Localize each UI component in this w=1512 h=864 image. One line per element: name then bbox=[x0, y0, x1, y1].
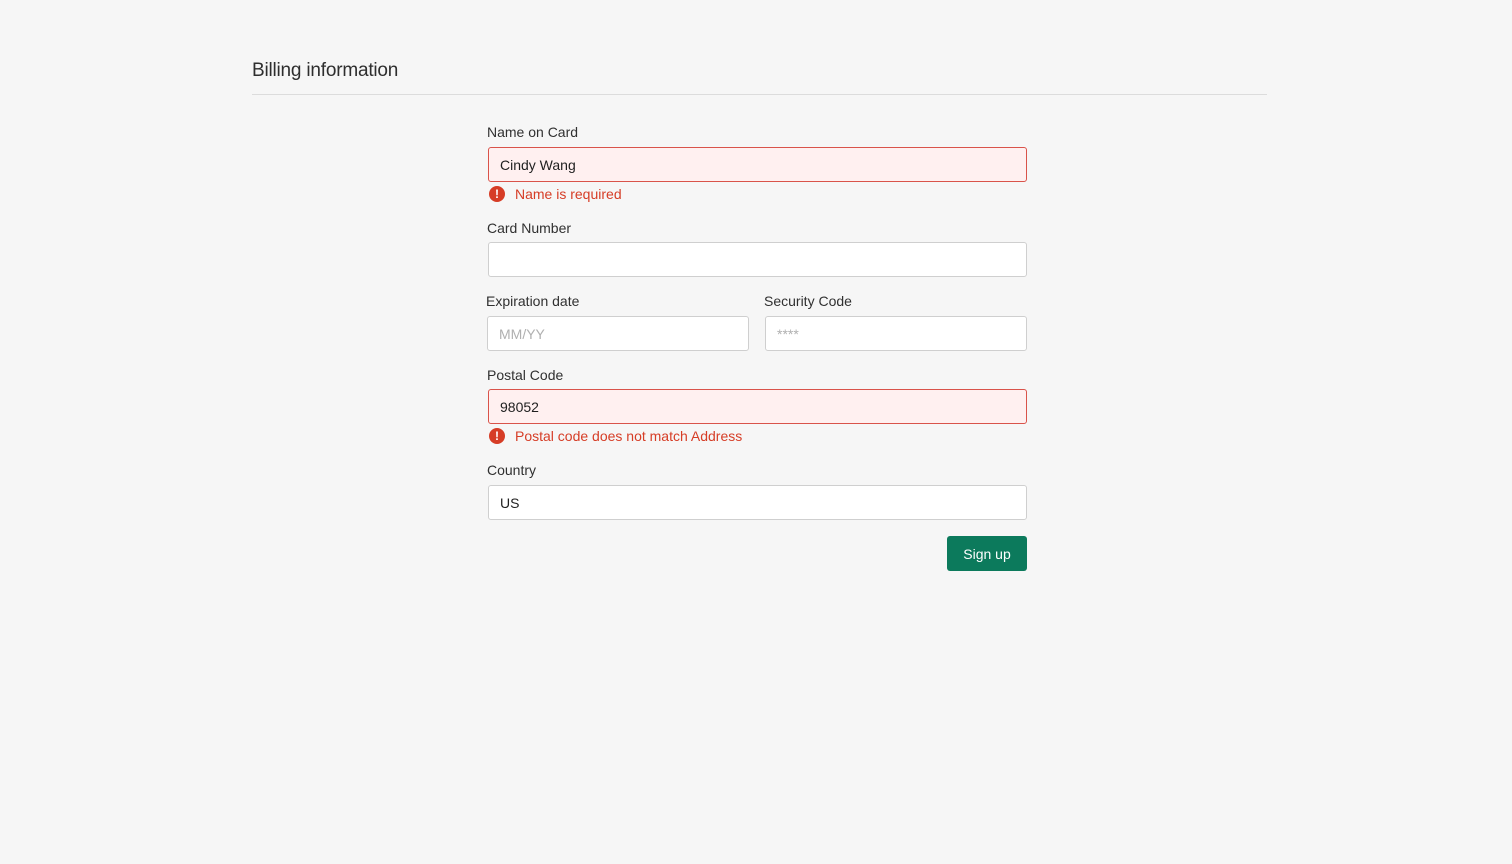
page-title: Billing information bbox=[252, 60, 399, 81]
country-input[interactable] bbox=[488, 485, 1027, 520]
country-label: Country bbox=[487, 462, 537, 478]
postal-code-error-message: ! Postal code does not match Address bbox=[488, 428, 742, 444]
postal-code-label: Postal Code bbox=[487, 367, 564, 383]
security-code-label: Security Code bbox=[764, 293, 852, 309]
name-on-card-input[interactable] bbox=[488, 147, 1027, 182]
security-code-input[interactable] bbox=[765, 316, 1027, 351]
expiration-date-label: Expiration date bbox=[486, 293, 580, 309]
name-error-message: ! Name is required bbox=[488, 186, 622, 202]
billing-page: Billing information Name on Card ! Name … bbox=[0, 0, 1512, 864]
card-number-input[interactable] bbox=[488, 242, 1027, 277]
error-icon: ! bbox=[489, 428, 505, 444]
card-number-label: Card Number bbox=[487, 220, 572, 236]
expiration-date-input[interactable] bbox=[487, 316, 749, 351]
name-on-card-label: Name on Card bbox=[487, 124, 579, 140]
postal-code-error-text: Postal code does not match Address bbox=[515, 428, 743, 444]
name-error-text: Name is required bbox=[515, 186, 622, 202]
title-divider bbox=[252, 94, 1267, 95]
postal-code-input[interactable] bbox=[488, 389, 1027, 424]
sign-up-button[interactable]: Sign up bbox=[947, 536, 1027, 571]
error-icon: ! bbox=[489, 186, 505, 202]
